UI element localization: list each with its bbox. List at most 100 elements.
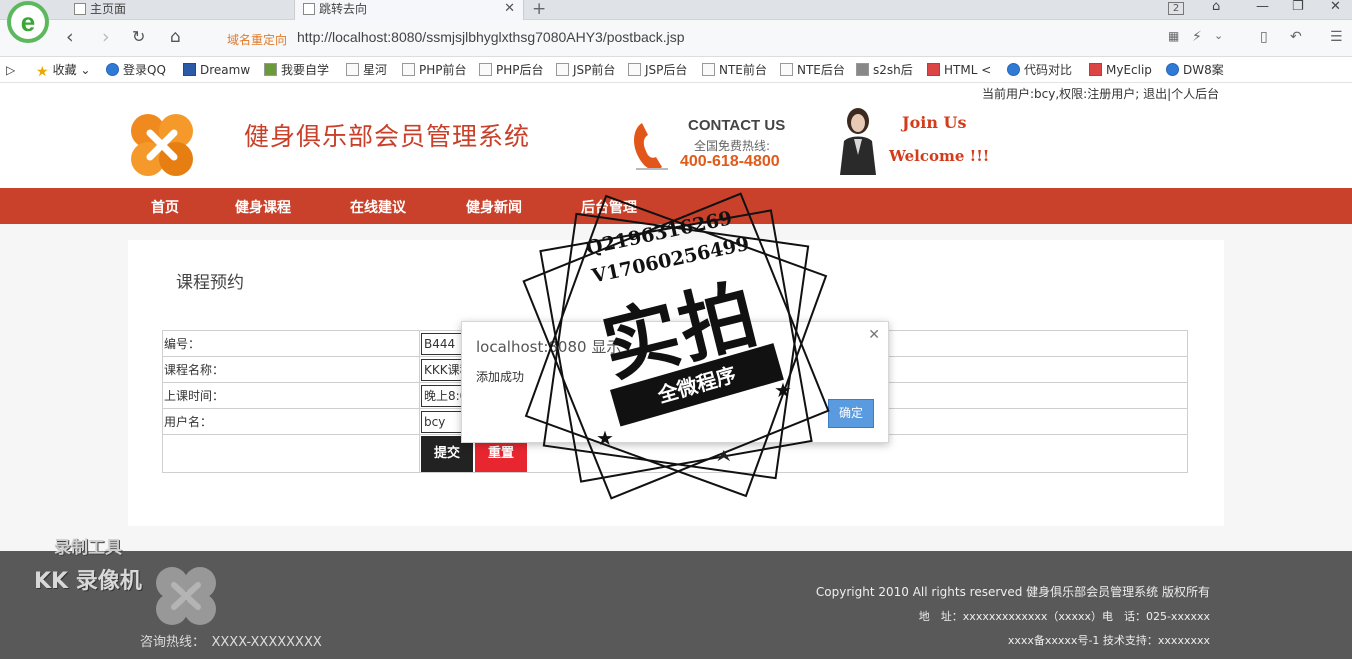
site-title: 健身俱乐部会员管理系统 [244, 122, 531, 151]
url-input[interactable]: http://localhost:8080/ssmjsjlbhyglxthsg7… [297, 29, 685, 45]
footer-copyright: Copyright 2010 All rights reserved 健身俱乐部… [815, 585, 1210, 599]
bookmark-item[interactable]: 我要自学 [264, 62, 329, 78]
page-icon [346, 63, 359, 76]
contact-us-label: CONTACT US [688, 117, 786, 134]
page-icon [402, 63, 415, 76]
footer-logo-icon [156, 567, 216, 625]
page-icon [702, 63, 715, 76]
restore-icon[interactable]: ❐ [1292, 0, 1304, 14]
footer-address: 地 址：xxxxxxxxxxxxx（xxxxx）电 话：025-xxxxxx [918, 610, 1210, 623]
join-us-text: Join Us [902, 113, 967, 132]
footer-icp: xxxx备xxxxx号-1 技术支持：xxxxxxxx [1007, 634, 1210, 647]
bookmark-item[interactable]: JSP后台 [628, 62, 687, 78]
nav-admin[interactable]: 后台管理 [581, 197, 637, 217]
nav-news[interactable]: 健身新闻 [466, 197, 522, 217]
bookmark-favorites[interactable]: ★ 收藏 ⌄ [36, 62, 90, 79]
hotline-label: 全国免费热线: [694, 139, 771, 153]
welcome-text: Welcome !!! [889, 147, 990, 165]
page-icon [264, 63, 277, 76]
bookmark-item[interactable]: 登录QQ [106, 62, 166, 78]
page-icon [628, 63, 641, 76]
ok-button[interactable]: 确定 [828, 399, 874, 428]
refresh-icon[interactable]: ↻ [132, 27, 145, 47]
dreamweaver-icon [183, 63, 196, 76]
field-label: 课程名称： [162, 356, 420, 383]
bookmark-item[interactable]: s2sh后 [856, 62, 913, 78]
dialog-message: 添加成功 [476, 370, 525, 384]
back-icon[interactable]: ‹ [66, 27, 74, 47]
main-nav: 首页 健身课程 在线建议 健身新闻 后台管理 [0, 188, 1352, 224]
page-icon [780, 63, 793, 76]
close-window-icon[interactable]: ✕ [1330, 0, 1341, 14]
field-label: 上课时间： [162, 382, 420, 409]
bookmark-item[interactable]: HTML < [927, 62, 991, 78]
browser-tab-bar: 主页面 跳转去向 ✕ + 2 ⌂ — ❐ ✕ [0, 0, 1352, 20]
globe-icon [1166, 63, 1179, 76]
globe-icon [1007, 63, 1020, 76]
empty-cell [162, 434, 420, 473]
bookmark-item[interactable]: PHP后台 [479, 62, 544, 78]
phone-icon [634, 123, 668, 170]
hotline-number: 400-618-4800 [680, 153, 780, 170]
nav-suggestions[interactable]: 在线建议 [350, 197, 406, 217]
bookmark-item[interactable]: NTE前台 [702, 62, 767, 78]
recorder-tool-watermark: 录制工具 [54, 538, 122, 558]
svg-text:e: e [21, 7, 35, 37]
page-favicon-icon [303, 3, 315, 15]
bookmark-item[interactable]: NTE后台 [780, 62, 845, 78]
globe-icon [106, 63, 119, 76]
club-logo-icon [131, 114, 193, 176]
myeclipse-icon [1089, 63, 1102, 76]
browser-tab-home[interactable]: 主页面 [66, 0, 292, 20]
user-info[interactable]: 当前用户:bcy,权限:注册用户; 退出|个人后台 [982, 85, 1219, 102]
chevron-down-icon[interactable]: ⌄ [1214, 29, 1223, 42]
forward-icon[interactable]: › [102, 27, 110, 47]
menu-icon[interactable]: ☰ [1330, 29, 1343, 45]
browser-tab-redirect[interactable]: 跳转去向 ✕ [294, 0, 524, 20]
contact-block: CONTACT US 全国免费热线: 400-618-4800 [628, 113, 798, 177]
bookmark-page-icon[interactable]: ▯ [1260, 29, 1268, 45]
close-tab-icon[interactable]: ✕ [504, 0, 515, 18]
page-icon [479, 63, 492, 76]
bookmark-item[interactable]: 星河 [346, 62, 387, 78]
site-header: 当前用户:bcy,权限:注册用户; 退出|个人后台 健身俱乐部会员管理系统 CO… [0, 83, 1352, 188]
tab-label: 主页面 [90, 2, 127, 16]
tab-count-badge[interactable]: 2 [1168, 2, 1184, 15]
bookmark-item[interactable]: PHP前台 [402, 62, 467, 78]
alert-dialog: localhost:8080 显示 ✕ 添加成功 确定 [461, 321, 889, 443]
bookmark-item[interactable]: 代码对比 [1007, 62, 1072, 78]
close-icon[interactable]: ✕ [868, 327, 880, 343]
bookmark-item[interactable]: JSP前台 [556, 62, 615, 78]
home-icon[interactable]: ⌂ [170, 27, 181, 47]
model-portrait-icon [840, 108, 876, 175]
qr-code-icon[interactable]: ▦ [1168, 29, 1179, 43]
shirt-skin-icon[interactable]: ⌂ [1212, 0, 1220, 14]
new-tab-icon[interactable]: + [532, 0, 546, 19]
recorder-name-watermark: KK 录像机 [34, 569, 142, 594]
page-favicon-icon [74, 3, 86, 15]
page-title: 课程预约 [176, 273, 244, 293]
page-icon [556, 63, 569, 76]
lightning-icon[interactable]: ⚡ [1192, 29, 1202, 45]
browser-logo-icon: e [7, 1, 49, 43]
page-icon [856, 63, 869, 76]
dialog-title: localhost:8080 显示 [476, 338, 622, 356]
nav-home[interactable]: 首页 [151, 197, 179, 217]
mouse-cursor-icon: ⮝ [717, 446, 731, 465]
bookmarks-bar: ▷ ★ 收藏 ⌄ 登录QQ Dreamw 我要自学 星河 PHP前台 PHP后台 … [0, 57, 1352, 83]
html-icon [927, 63, 940, 76]
undo-icon[interactable]: ↶ [1290, 29, 1302, 45]
sidebar-toggle-icon[interactable]: ▷ [6, 62, 15, 78]
nav-courses[interactable]: 健身课程 [235, 197, 291, 217]
site-footer: 咨询热线： XXXX-XXXXXXXX Copyright 2010 All r… [0, 551, 1352, 659]
tab-label: 跳转去向 [319, 2, 368, 16]
star-icon: ★ [36, 64, 49, 80]
field-label: 用户名： [162, 408, 420, 435]
bookmark-item[interactable]: DW8案 [1166, 62, 1224, 78]
minimize-icon[interactable]: — [1256, 0, 1269, 14]
bookmark-item[interactable]: MyEclip [1089, 62, 1152, 78]
footer-hotline: 咨询热线： XXXX-XXXXXXXX [140, 635, 322, 650]
redirect-label: 域名重定向 [227, 33, 288, 47]
address-bar: ‹ › ↻ ⌂ 域名重定向 http://localhost:8080/ssmj… [0, 20, 1352, 57]
bookmark-item[interactable]: Dreamw [183, 62, 250, 78]
